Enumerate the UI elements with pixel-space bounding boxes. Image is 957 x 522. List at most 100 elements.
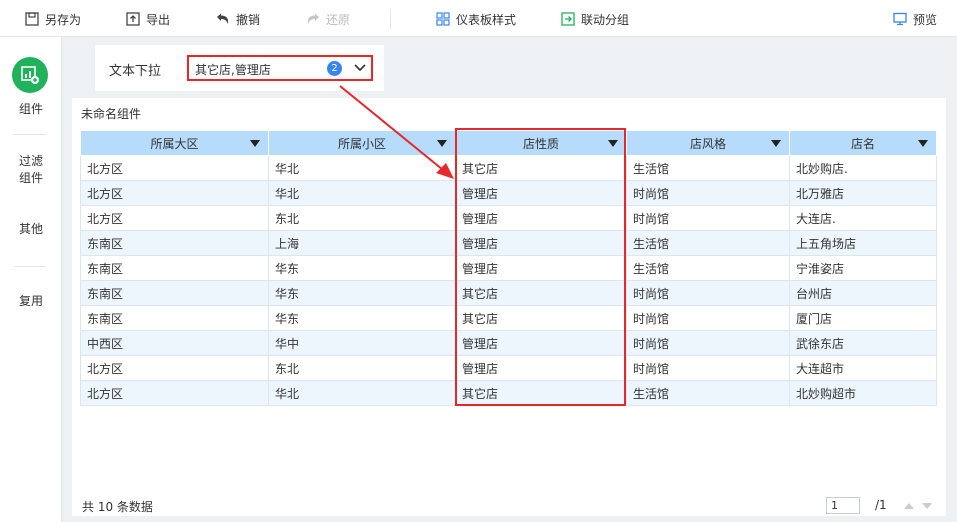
table-row: 北方区 华北 其它店 生活馆 北妙购店.: [80, 155, 937, 181]
column-header[interactable]: 所属大区: [80, 130, 269, 156]
toolbar: 另存为 导出 撤销 还原 仪表板样式 联动分组 预览: [0, 0, 957, 37]
table-cell: 北方区: [80, 380, 269, 406]
table-row: 东南区 华东 其它店 时尚馆 台州店: [80, 280, 937, 306]
undo-button[interactable]: 撤销: [216, 10, 260, 28]
table-cell: 北方区: [80, 155, 269, 181]
sidebar-divider: [14, 266, 46, 267]
preview-button[interactable]: 预览: [893, 10, 937, 28]
table-cell: 华东: [268, 305, 456, 331]
table-cell: 时尚馆: [626, 305, 790, 331]
filter-label: 文本下拉: [109, 64, 162, 79]
table-cell: 东南区: [80, 230, 269, 256]
table-cell: 管理店: [455, 205, 627, 231]
table-row: 东南区 上海 管理店 生活馆 上五角场店: [80, 230, 937, 256]
grid-icon: [436, 12, 450, 26]
table-cell: 武徐东店: [789, 330, 937, 356]
redo-icon: [306, 12, 320, 26]
export-icon: [126, 12, 140, 26]
table-cell: 大连超市: [789, 355, 937, 381]
column-header[interactable]: 店名: [789, 130, 937, 156]
table-cell: 东南区: [80, 255, 269, 281]
table-header-row: 所属大区 所属小区 店性质 店风格 店名: [80, 130, 937, 156]
page-next-icon[interactable]: [922, 503, 932, 509]
sidebar-item-components[interactable]: 组件: [0, 101, 62, 118]
table-row: 中西区 华中 管理店 时尚馆 武徐东店: [80, 330, 937, 356]
page-total-text: /1: [875, 498, 887, 512]
sort-down-icon[interactable]: [608, 140, 618, 147]
sidebar-item-reuse[interactable]: 复用: [0, 293, 62, 310]
linkage-icon: [561, 12, 575, 26]
row-count-text: 共 10 条数据: [82, 500, 153, 514]
table-cell: 华北: [268, 380, 456, 406]
table-cell: 生活馆: [626, 380, 790, 406]
table-cell: 华东: [268, 280, 456, 306]
table-cell: 台州店: [789, 280, 937, 306]
table-cell: 上五角场店: [789, 230, 937, 256]
table-row: 北方区 华北 管理店 时尚馆 北万雅店: [80, 180, 937, 206]
export-button[interactable]: 导出: [126, 10, 170, 28]
table-cell: 中西区: [80, 330, 269, 356]
table-cell: 东南区: [80, 280, 269, 306]
sidebar-item-filter-components[interactable]: 过滤 组件: [0, 153, 62, 187]
dashboard-style-button[interactable]: 仪表板样式: [436, 10, 516, 28]
sort-down-icon[interactable]: [250, 140, 260, 147]
table-cell: 其它店: [455, 280, 627, 306]
table-cell: 北妙购超市: [789, 380, 937, 406]
table-cell: 北方区: [80, 180, 269, 206]
table-cell: 华北: [268, 155, 456, 181]
table-widget: 未命名组件 所属大区 所属小区 店性质 店风格 店名 北方区 华北 其它店 生活馆 北妙…: [72, 98, 946, 516]
table-cell: 管理店: [455, 255, 627, 281]
table-cell: 生活馆: [626, 155, 790, 181]
column-header[interactable]: 店风格: [626, 130, 790, 156]
sort-down-icon[interactable]: [918, 140, 928, 147]
table-cell: 生活馆: [626, 230, 790, 256]
table-row: 北方区 东北 管理店 时尚馆 大连超市: [80, 355, 937, 381]
table-cell: 上海: [268, 230, 456, 256]
table-cell: 华北: [268, 180, 456, 206]
table-cell: 管理店: [455, 180, 627, 206]
save-icon: [25, 12, 39, 26]
selection-count-badge: 2: [327, 61, 342, 76]
table-cell: 其它店: [455, 380, 627, 406]
table-row: 北方区 华北 其它店 生活馆 北妙购超市: [80, 380, 937, 406]
table-cell: 时尚馆: [626, 280, 790, 306]
sidebar-divider: [14, 134, 46, 135]
page-number-input[interactable]: [826, 497, 860, 514]
table-cell: 其它店: [455, 305, 627, 331]
column-header[interactable]: 所属小区: [268, 130, 456, 156]
table-cell: 宁淮姿店: [789, 255, 937, 281]
widget-title: 未命名组件: [81, 107, 142, 121]
monitor-icon: [893, 12, 907, 26]
table-cell: 管理店: [455, 355, 627, 381]
table-row: 东南区 华东 管理店 生活馆 宁淮姿店: [80, 255, 937, 281]
table-cell: 北万雅店: [789, 180, 937, 206]
column-header[interactable]: 店性质: [455, 130, 627, 156]
sort-down-icon[interactable]: [771, 140, 781, 147]
linkage-group-button[interactable]: 联动分组: [561, 10, 629, 28]
table-cell: 生活馆: [626, 255, 790, 281]
table-cell: 华东: [268, 255, 456, 281]
table-cell: 北方区: [80, 355, 269, 381]
left-sidebar: 组件 过滤 组件 其他 复用: [0, 37, 62, 522]
add-chart-icon[interactable]: [12, 57, 48, 93]
sort-down-icon[interactable]: [437, 140, 447, 147]
table-cell: 时尚馆: [626, 355, 790, 381]
table-cell: 北方区: [80, 205, 269, 231]
table-cell: 东北: [268, 355, 456, 381]
undo-icon: [216, 12, 230, 26]
table-cell: 华中: [268, 330, 456, 356]
chevron-down-icon: [354, 64, 366, 72]
sidebar-item-other[interactable]: 其他: [0, 221, 62, 238]
redo-button[interactable]: 还原: [306, 10, 350, 28]
toolbar-divider: [390, 9, 391, 29]
table-cell: 北妙购店.: [789, 155, 937, 181]
filter-dropdown[interactable]: 其它店,管理店 2: [187, 55, 373, 81]
table-cell: 管理店: [455, 330, 627, 356]
table-row: 北方区 东北 管理店 时尚馆 大连店.: [80, 205, 937, 231]
table-cell: 管理店: [455, 230, 627, 256]
page-prev-icon[interactable]: [904, 503, 914, 509]
table-row: 东南区 华东 其它店 时尚馆 厦门店: [80, 305, 937, 331]
table-cell: 厦门店: [789, 305, 937, 331]
save-as-button[interactable]: 另存为: [25, 10, 81, 28]
table-cell: 时尚馆: [626, 180, 790, 206]
